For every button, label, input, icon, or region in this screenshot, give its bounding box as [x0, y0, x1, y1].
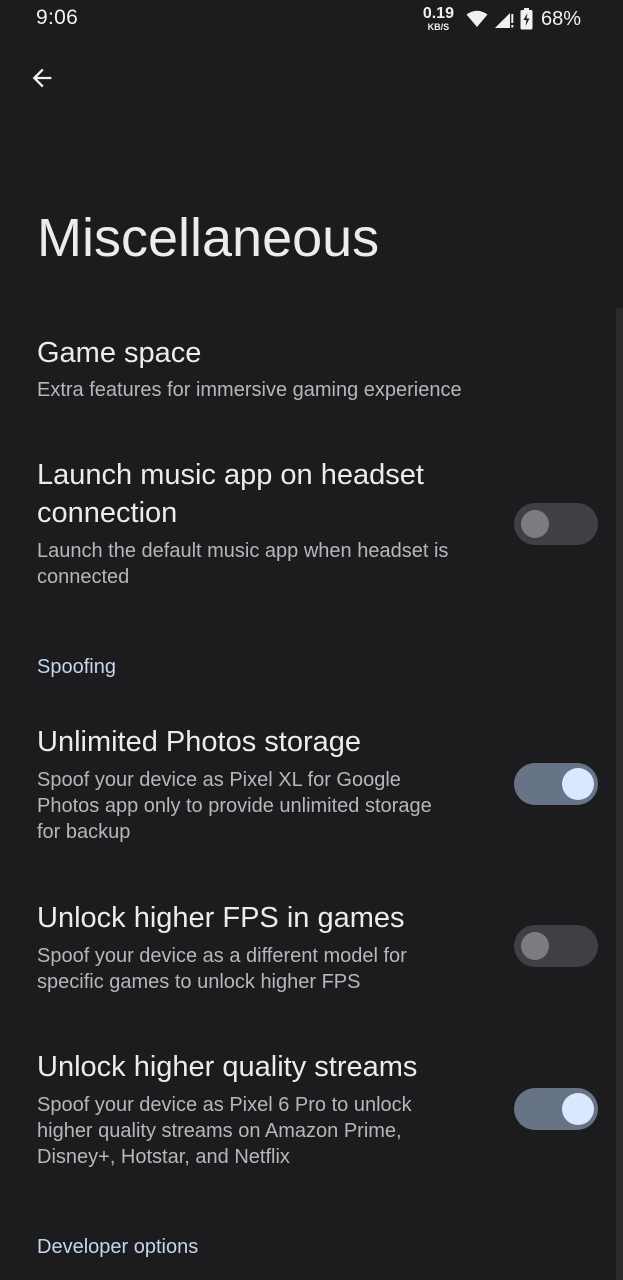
pref-title: Unlock higher quality streams [37, 1051, 418, 1083]
battery-percent: 68% [540, 7, 581, 30]
network-speed: 0.19 KB/S [423, 6, 454, 32]
network-speed-unit: KB/S [427, 22, 450, 32]
pref-summary-line-3: for backup [37, 821, 131, 843]
pref-summary-line-1: Spoof your device as a different model f… [37, 945, 407, 967]
scrollbar[interactable] [616, 308, 623, 1280]
pref-game-space[interactable]: Game space Extra features for immersive … [0, 330, 616, 430]
pref-title-line-2: connection [37, 497, 178, 529]
launch-music-app-switch[interactable] [514, 503, 598, 545]
unlimited-photos-storage-switch[interactable] [514, 763, 598, 805]
signal-icon [494, 9, 514, 29]
pref-launch-music-app[interactable]: Launch music app on headset connection L… [0, 452, 616, 602]
pref-summary-line-1: Spoof your device as Pixel XL for Google [37, 769, 401, 791]
pref-title: Unlock higher FPS in games [37, 902, 405, 934]
wifi-icon [466, 10, 488, 28]
pref-summary-line-2: specific games to unlock higher FPS [37, 971, 361, 993]
page-title: Miscellaneous [37, 208, 380, 268]
switch-thumb [562, 768, 594, 800]
pref-title: Game space [37, 337, 202, 369]
switch-thumb [521, 510, 549, 538]
pref-summary: Extra features for immersive gaming expe… [37, 379, 462, 401]
unlock-higher-quality-streams-switch[interactable] [514, 1088, 598, 1130]
network-speed-value: 0.19 [422, 5, 454, 22]
arrow-back-icon [28, 64, 56, 92]
back-button[interactable] [22, 58, 62, 98]
pref-unlock-higher-fps[interactable]: Unlock higher FPS in games Spoof your de… [0, 895, 616, 1005]
status-time: 9:06 [36, 6, 79, 29]
pref-summary-line-1: Launch the default music app when headse… [37, 540, 449, 562]
pref-unlock-higher-quality-streams[interactable]: Unlock higher quality streams Spoof your… [0, 1045, 616, 1175]
pref-summary-line-2: Photos app only to provide unlimited sto… [37, 795, 432, 817]
pref-summary-line-1: Spoof your device as Pixel 6 Pro to unlo… [37, 1094, 412, 1116]
pref-title: Unlimited Photos storage [37, 726, 361, 758]
pref-summary-line-2: higher quality streams on Amazon Prime, [37, 1120, 402, 1142]
pref-summary-line-3: Disney+, Hotstar, and Netflix [37, 1146, 290, 1168]
status-icons: 0.19 KB/S 68% [423, 4, 581, 34]
switch-thumb [521, 932, 549, 960]
pref-title-line-1: Launch music app on headset [37, 459, 424, 491]
section-header-spoofing: Spoofing [37, 656, 116, 678]
pref-unlimited-photos-storage[interactable]: Unlimited Photos storage Spoof your devi… [0, 720, 616, 850]
battery-charging-icon [520, 8, 533, 30]
pref-summary-line-2: connected [37, 566, 130, 588]
switch-thumb [562, 1093, 594, 1125]
status-bar: 9:06 0.19 KB/S 68% [0, 0, 623, 40]
section-header-developer-options: Developer options [37, 1236, 199, 1258]
unlock-higher-fps-switch[interactable] [514, 925, 598, 967]
